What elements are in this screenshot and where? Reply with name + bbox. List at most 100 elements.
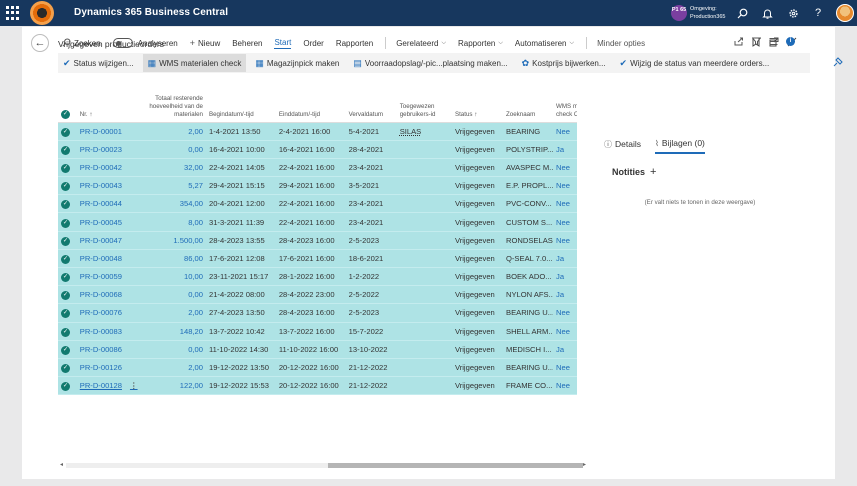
row-checkbox[interactable]: ✓ bbox=[58, 303, 77, 323]
select-all-checkbox[interactable]: ✓ bbox=[58, 80, 77, 123]
cell-no[interactable]: PR-D-00045 bbox=[76, 212, 140, 232]
table-row[interactable]: ✓ PR-D-00083 148,20 13-7-2022 10:42 13-7-202… bbox=[58, 322, 577, 341]
cell-remaining-qty[interactable]: 2,00 bbox=[139, 303, 206, 323]
cell-wms[interactable]: Ja bbox=[553, 340, 577, 359]
cell-remaining-qty[interactable]: 86,00 bbox=[139, 249, 206, 269]
gear-icon[interactable] bbox=[785, 5, 801, 21]
search-icon[interactable] bbox=[734, 5, 750, 21]
cell-wms[interactable]: Nee bbox=[553, 231, 577, 250]
table-row[interactable]: ✓ PR-D-00068 0,00 21-4-2022 08:00 28-4-2022 … bbox=[58, 285, 577, 305]
cell-no[interactable]: PR-D-00042 bbox=[76, 158, 140, 178]
change-status-multiple-button[interactable]: ✔ Wijzig de status van meerdere orders... bbox=[615, 54, 775, 72]
cell-no[interactable]: PR-D-00023 bbox=[76, 140, 140, 159]
row-checkbox[interactable]: ✓ bbox=[58, 212, 77, 232]
cell-no[interactable]: PR-D-00068 bbox=[76, 285, 140, 305]
column-header-assigned[interactable]: Toegewezen gebruikers-id bbox=[396, 80, 452, 123]
column-header-remaining[interactable]: Totaal resterende hoeveelheid van de mat… bbox=[139, 80, 206, 123]
cell-remaining-qty[interactable]: 5,27 bbox=[139, 176, 206, 196]
cell-no[interactable]: PR-D-00044 bbox=[76, 194, 140, 214]
scroll-thumb[interactable] bbox=[328, 463, 583, 468]
wms-check-button[interactable]: ▦ WMS materialen check bbox=[142, 54, 247, 72]
table-row[interactable]: ✓ PR-D-00059 10,00 23-11-2021 15:17 28-1-202… bbox=[58, 267, 577, 287]
column-header-end[interactable]: Einddatum/-tijd bbox=[275, 80, 346, 123]
row-checkbox[interactable]: ✓ bbox=[58, 340, 77, 359]
column-header-start[interactable]: Begindatum/-tijd bbox=[205, 80, 276, 123]
cell-remaining-qty[interactable]: 2,00 bbox=[139, 358, 206, 378]
table-row[interactable]: ✓ PR-D-00086 0,00 11-10-2022 14:30 11-10-202… bbox=[58, 340, 577, 359]
back-button[interactable]: ← bbox=[31, 34, 49, 52]
cell-remaining-qty[interactable]: 2,00 bbox=[139, 122, 206, 141]
cell-remaining-qty[interactable]: 148,20 bbox=[139, 322, 206, 341]
cell-wms[interactable]: Nee bbox=[553, 376, 577, 396]
cell-remaining-qty[interactable]: 10,00 bbox=[139, 267, 206, 287]
row-menu-icon[interactable]: ⋮ bbox=[130, 381, 138, 390]
tab-reports[interactable]: Rapporten bbox=[336, 39, 373, 48]
cell-no[interactable]: PR-D-00047 bbox=[76, 231, 140, 250]
help-icon[interactable]: ? bbox=[810, 5, 826, 21]
row-checkbox[interactable]: ✓ bbox=[58, 122, 77, 141]
cell-remaining-qty[interactable]: 0,00 bbox=[139, 340, 206, 359]
cell-wms[interactable]: Ja bbox=[553, 140, 577, 159]
cell-wms[interactable]: Nee bbox=[553, 303, 577, 323]
cell-wms[interactable]: Nee bbox=[553, 322, 577, 341]
environment-badge[interactable]: P1 65 bbox=[671, 5, 687, 21]
toggle-switch[interactable] bbox=[112, 38, 133, 48]
cell-no[interactable]: PR-D-00043 bbox=[76, 176, 140, 196]
scroll-left-icon[interactable]: ◂ bbox=[60, 461, 63, 468]
share-icon[interactable] bbox=[734, 37, 744, 48]
cell-no[interactable]: PR-D-00128 ⋮ bbox=[76, 376, 140, 396]
row-checkbox[interactable]: ✓ bbox=[58, 176, 77, 196]
row-checkbox[interactable]: ✓ bbox=[58, 322, 77, 341]
cell-wms[interactable]: Nee bbox=[553, 122, 577, 141]
create-warehouse-pick-button[interactable]: ▦ Magazijnpick maken bbox=[250, 54, 344, 72]
table-row[interactable]: ✓ PR-D-00023 0,00 16-4-2021 10:00 16-4-2021 … bbox=[58, 140, 577, 159]
cell-no[interactable]: PR-D-00076 bbox=[76, 303, 140, 323]
table-row[interactable]: ✓ PR-D-00128 ⋮ 122,00 19-12-2022 15:53 20-12-… bbox=[58, 376, 577, 396]
cell-no[interactable]: PR-D-00001 bbox=[76, 122, 140, 141]
cell-wms[interactable]: Nee bbox=[553, 194, 577, 214]
cell-no[interactable]: PR-D-00083 bbox=[76, 322, 140, 341]
automate-menu[interactable]: Automatiseren ⌵ bbox=[515, 39, 574, 48]
row-checkbox[interactable]: ✓ bbox=[58, 140, 77, 159]
pin-actions-icon[interactable] bbox=[833, 57, 843, 69]
change-status-button[interactable]: ✔ Status wijzigen... bbox=[58, 54, 139, 72]
list-view-icon[interactable] bbox=[769, 37, 778, 48]
table-row[interactable]: ✓ PR-D-00126 2,00 19-12-2022 13:50 20-12-202… bbox=[58, 358, 577, 378]
new-action[interactable]: + Nieuw bbox=[190, 38, 221, 48]
cell-remaining-qty[interactable]: 32,00 bbox=[139, 158, 206, 178]
cell-no[interactable]: PR-D-00086 bbox=[76, 340, 140, 359]
table-row[interactable]: ✓ PR-D-00047 1.500,00 28-4-2023 13:55 28-4-2… bbox=[58, 231, 577, 250]
cell-wms[interactable]: Ja bbox=[553, 267, 577, 287]
tab-attachments[interactable]: ⌇ Bijlagen (0) bbox=[654, 138, 705, 154]
cell-no[interactable]: PR-D-00048 bbox=[76, 249, 140, 269]
table-row[interactable]: ✓ PR-D-00044 354,00 20-4-2021 12:00 22-4-202… bbox=[58, 194, 577, 214]
bell-icon[interactable] bbox=[759, 5, 775, 21]
table-row[interactable]: ✓ PR-D-00043 5,27 29-4-2021 15:15 29-4-2021 … bbox=[58, 176, 577, 196]
info-icon[interactable]: i bbox=[786, 37, 795, 46]
cell-wms[interactable]: Ja bbox=[553, 285, 577, 305]
cell-remaining-qty[interactable]: 0,00 bbox=[139, 140, 206, 159]
search-action[interactable]: Zoeken bbox=[62, 38, 101, 49]
table-row[interactable]: ✓ PR-D-00076 2,00 27-4-2023 13:50 28-4-2023 … bbox=[58, 303, 577, 323]
cell-wms[interactable]: Nee bbox=[553, 212, 577, 232]
row-checkbox[interactable]: ✓ bbox=[58, 285, 77, 305]
row-checkbox[interactable]: ✓ bbox=[58, 249, 77, 269]
create-inventory-put-away-button[interactable]: ▤ Voorraadopslag/-pic...plaatsing maken..… bbox=[348, 54, 512, 72]
app-launcher-icon[interactable] bbox=[6, 6, 20, 20]
table-row[interactable]: ✓ PR-D-00048 86,00 17-6-2021 12:08 17-6-2021… bbox=[58, 249, 577, 269]
cell-remaining-qty[interactable]: 0,00 bbox=[139, 285, 206, 305]
cell-no[interactable]: PR-D-00059 bbox=[76, 267, 140, 287]
row-checkbox[interactable]: ✓ bbox=[58, 231, 77, 250]
environment-info[interactable]: Omgeving: Production365 bbox=[690, 5, 725, 21]
analyze-toggle[interactable]: Analyseren bbox=[112, 38, 178, 48]
cell-no[interactable]: PR-D-00126 bbox=[76, 358, 140, 378]
cell-remaining-qty[interactable]: 1.500,00 bbox=[139, 231, 206, 250]
tab-order[interactable]: Order bbox=[303, 39, 323, 48]
row-checkbox[interactable]: ✓ bbox=[58, 267, 77, 287]
cell-remaining-qty[interactable]: 8,00 bbox=[139, 212, 206, 232]
column-header-status[interactable]: Status ↑ bbox=[451, 80, 503, 123]
row-checkbox[interactable]: ✓ bbox=[58, 358, 77, 378]
fewer-options-button[interactable]: Minder opties bbox=[597, 39, 645, 48]
tab-start[interactable]: Start bbox=[274, 38, 292, 49]
manage-menu[interactable]: Beheren bbox=[232, 39, 262, 48]
